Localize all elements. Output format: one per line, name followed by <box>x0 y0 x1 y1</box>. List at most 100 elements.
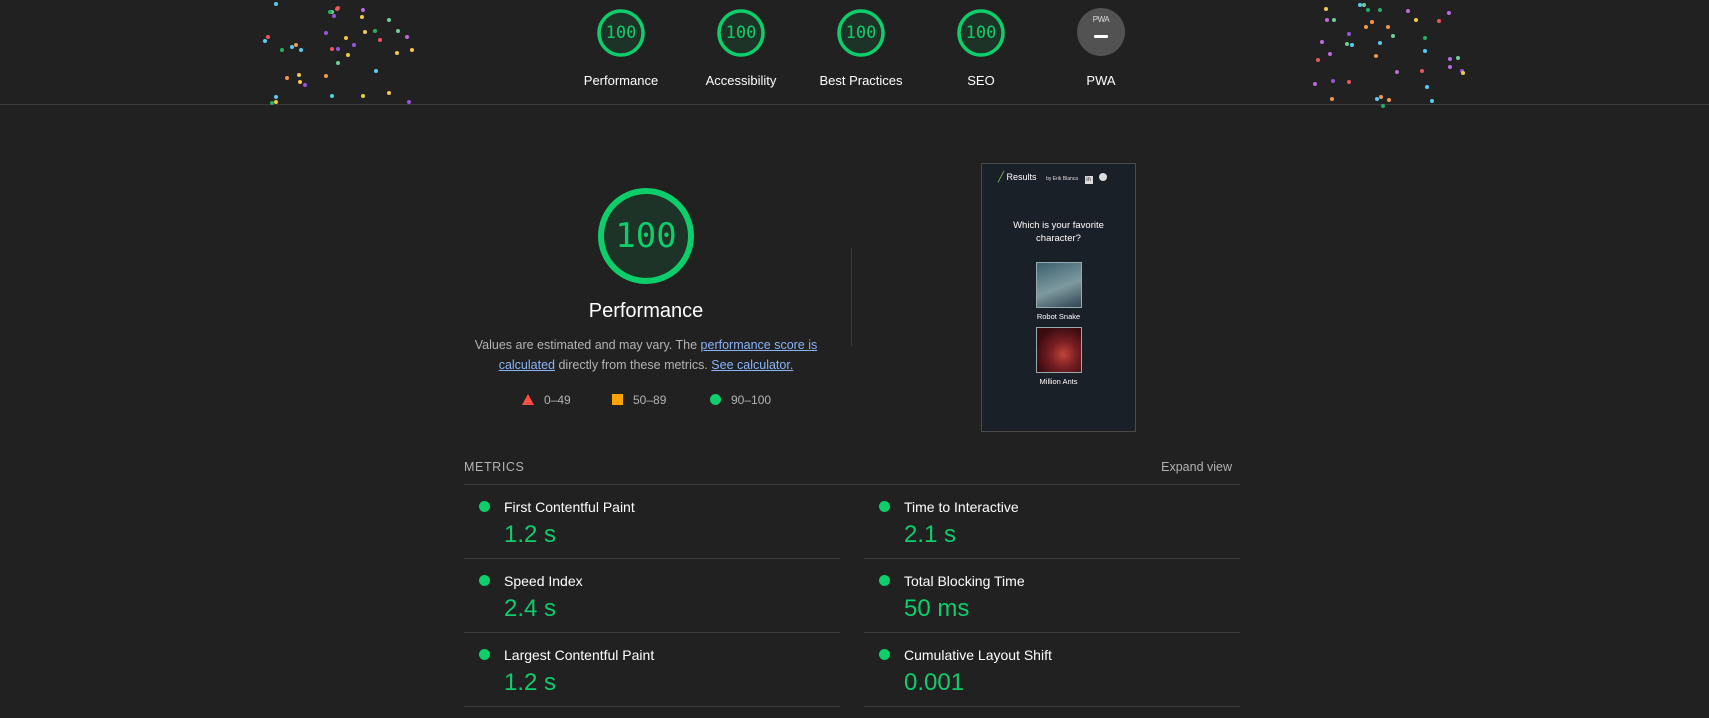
confetti-dot <box>336 61 340 65</box>
metric-speed-index: Speed Index 2.4 s <box>464 559 840 633</box>
metric-value: 0.001 <box>904 669 965 696</box>
confetti-dot <box>1325 18 1329 22</box>
gauge-label: Best Practices <box>819 73 903 88</box>
gauge-accessibility[interactable]: 100 Accessibility <box>681 8 801 88</box>
character-name: Robot Snake <box>1036 312 1081 321</box>
metric-name: Total Blocking Time <box>904 573 1025 589</box>
triangle-icon <box>522 394 534 405</box>
confetti-dot <box>1364 25 1368 29</box>
metric-value: 1.2 s <box>504 521 557 548</box>
confetti-dot <box>346 53 350 57</box>
metric-first-contentful-paint: First Contentful Paint 1.2 s <box>464 485 840 559</box>
confetti-dot <box>1347 32 1351 36</box>
confetti-dot <box>1316 58 1320 62</box>
confetti-dot <box>303 83 307 87</box>
pwa-icon: PWA <box>1077 8 1125 56</box>
metrics-column-right: Time to Interactive 2.1 s Total Blocking… <box>864 485 1240 707</box>
gauge-seo[interactable]: 100 SEO <box>921 8 1041 88</box>
gauge-pwa[interactable]: PWA PWA <box>1041 8 1161 88</box>
gauge-score: 100 <box>845 23 877 43</box>
gauge-performance[interactable]: 100 Performance <box>561 8 681 88</box>
confetti-dot <box>1406 9 1410 13</box>
confetti-dot <box>1324 7 1328 11</box>
square-icon <box>612 394 623 405</box>
confetti-dot <box>395 51 399 55</box>
performance-summary: 100 Performance Values are estimated and… <box>470 186 822 375</box>
metric-name: Cumulative Layout Shift <box>904 647 1052 663</box>
confetti-dot <box>396 29 400 33</box>
pass-circle-icon <box>479 501 490 512</box>
confetti-dot <box>1423 49 1427 53</box>
pickle-icon: ╱ <box>998 172 1005 183</box>
confetti-dot <box>1375 97 1379 101</box>
confetti-dot <box>294 43 298 47</box>
confetti-dot <box>263 39 267 43</box>
confetti-dot <box>330 94 334 98</box>
gauge-ring: 100 <box>836 8 886 58</box>
category-gauges-bar: 100 Performance 100 Accessibility 100 Be… <box>0 0 1709 108</box>
final-screenshot[interactable]: ╱ Results by Erik Blanca in Which is you… <box>981 163 1136 432</box>
pass-circle-icon <box>479 575 490 586</box>
confetti-dot <box>1328 52 1332 56</box>
expand-view-toggle[interactable]: Expand view <box>1161 460 1232 474</box>
performance-title: Performance <box>588 300 704 322</box>
confetti-dot <box>1456 56 1460 60</box>
confetti-dot <box>1313 82 1317 86</box>
confetti-dot <box>1420 69 1424 73</box>
confetti-dot <box>405 35 409 39</box>
confetti-dot <box>1448 57 1452 61</box>
gauge-best-practices[interactable]: 100 Best Practices <box>801 8 921 88</box>
gauges-row: 100 Performance 100 Accessibility 100 Be… <box>560 0 1125 104</box>
confetti-dot <box>1331 79 1335 83</box>
metrics-header: METRICS Expand view <box>464 458 1240 485</box>
metric-time-to-interactive: Time to Interactive 2.1 s <box>864 485 1240 559</box>
confetti-dot <box>266 35 270 39</box>
gauge-ring: 100 <box>596 8 646 58</box>
desc-text: Values are estimated and may vary. The <box>474 338 701 352</box>
pass-circle-icon <box>879 575 890 586</box>
confetti-dot <box>361 94 365 98</box>
confetti-dot <box>1330 97 1334 101</box>
confetti-dot <box>299 48 303 52</box>
confetti-dot <box>360 15 364 19</box>
confetti-dot <box>324 31 328 35</box>
metric-largest-contentful-paint: Largest Contentful Paint 1.2 s <box>464 633 840 707</box>
performance-gauge: 100 <box>596 186 696 286</box>
legend-range: 90–100 <box>731 393 772 407</box>
confetti-dot <box>274 100 278 104</box>
metric-name: Time to Interactive <box>904 499 1019 515</box>
confetti-dot <box>1320 40 1324 44</box>
confetti-dot <box>1379 95 1383 99</box>
confetti-dot <box>324 74 328 78</box>
confetti-dot <box>1378 41 1382 45</box>
confetti-dot <box>1425 85 1429 89</box>
confetti-dot <box>1362 3 1366 7</box>
confetti-dot <box>374 69 378 73</box>
confetti-dot <box>387 18 391 22</box>
confetti-dot <box>387 91 391 95</box>
pass-circle-icon <box>879 649 890 660</box>
confetti-dot <box>332 14 336 18</box>
screenshot-header: ╱ Results by Erik Blanca in <box>998 172 1128 184</box>
confetti-dot <box>1350 43 1354 47</box>
metric-value: 2.1 s <box>904 521 957 548</box>
screenshot-question: Which is your favorite character? <box>1013 220 1104 244</box>
metrics-column-left: First Contentful Paint 1.2 s Speed Index… <box>464 485 840 707</box>
metric-name: First Contentful Paint <box>504 499 635 515</box>
confetti-dot <box>1395 70 1399 74</box>
score-legend: 0–49 50–89 90–100 <box>470 390 822 410</box>
vertical-divider <box>851 248 852 346</box>
legend-range: 50–89 <box>633 393 667 407</box>
character-name: Million Ants <box>1039 377 1078 386</box>
confetti-dot <box>1386 25 1390 29</box>
see-calculator-link[interactable]: See calculator. <box>711 358 793 372</box>
confetti-dot <box>407 100 411 104</box>
metric-value: 2.4 s <box>504 595 557 622</box>
confetti-dot <box>1370 20 1374 24</box>
metric-value: 50 ms <box>904 595 970 622</box>
confetti-dot <box>1423 36 1427 40</box>
pass-circle-icon <box>879 501 890 512</box>
confetti-dot <box>274 2 278 6</box>
confetti-dot <box>1374 54 1378 58</box>
gauge-label: SEO <box>967 73 995 88</box>
